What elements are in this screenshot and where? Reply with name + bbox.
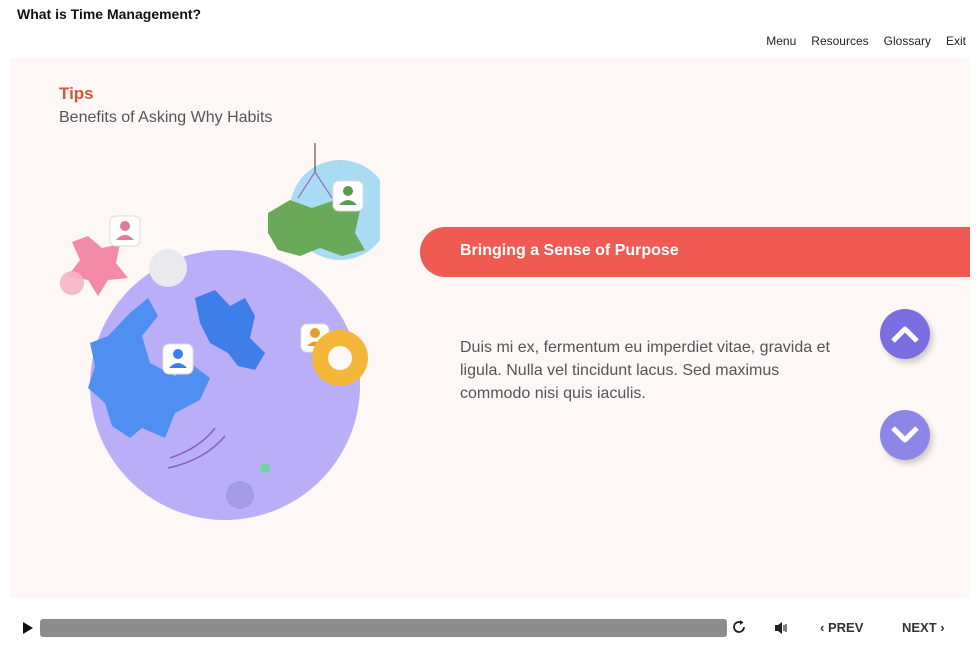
- tips-label: Tips: [59, 84, 94, 103]
- chevron-left-icon: ‹: [820, 620, 825, 635]
- banner: Bringing a Sense of Purpose: [420, 227, 970, 277]
- prev-button[interactable]: ‹ PREV: [820, 620, 863, 635]
- volume-button[interactable]: [773, 620, 789, 641]
- next-button[interactable]: NEXT ›: [902, 620, 945, 635]
- slide-subtitle: Benefits of Asking Why Habits: [59, 109, 273, 126]
- exit-link[interactable]: Exit: [946, 34, 966, 48]
- gears-illustration: [60, 143, 380, 520]
- replay-icon: [733, 620, 745, 633]
- play-button[interactable]: [22, 621, 34, 640]
- player-bar: ‹ PREV NEXT ›: [0, 612, 980, 644]
- chevron-up-icon: [891, 326, 919, 343]
- top-nav: Menu Resources Glossary Exit: [751, 34, 966, 48]
- progress-bar[interactable]: [40, 619, 727, 637]
- scroll-up-button[interactable]: [880, 309, 930, 359]
- slide-area: Tips Benefits of Asking Why Habits Bring…: [10, 58, 970, 598]
- resources-link[interactable]: Resources: [811, 34, 868, 48]
- next-label: NEXT: [902, 620, 937, 635]
- course-title: What is Time Management?: [17, 6, 202, 22]
- menu-link[interactable]: Menu: [766, 34, 796, 48]
- chevron-right-icon: ›: [940, 620, 945, 635]
- replay-button[interactable]: [731, 619, 747, 640]
- banner-title: Bringing a Sense of Purpose: [460, 242, 679, 259]
- chevron-down-icon: [891, 426, 919, 443]
- scroll-down-button[interactable]: [880, 410, 930, 460]
- volume-icon: [775, 622, 787, 634]
- play-icon: [23, 622, 33, 634]
- prev-label: PREV: [827, 620, 864, 635]
- body-text: Duis mi ex, fermentum eu imperdiet vitae…: [460, 339, 830, 402]
- glossary-link[interactable]: Glossary: [884, 34, 931, 48]
